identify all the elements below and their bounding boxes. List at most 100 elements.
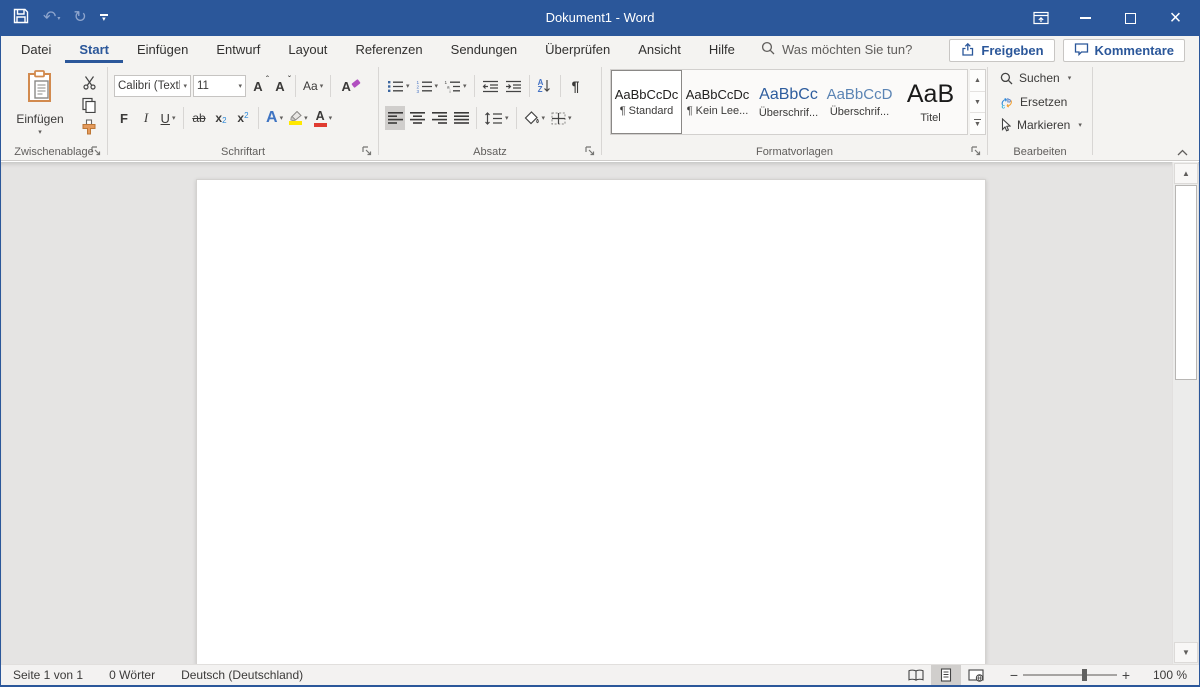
window-controls: × <box>1018 0 1198 36</box>
borders-icon <box>551 112 566 125</box>
grow-font-button[interactable]: Aˆ <box>248 74 268 98</box>
gallery-scroll-down-icon[interactable]: ▼ <box>970 92 985 114</box>
align-center-icon <box>410 112 425 124</box>
tab-datei[interactable]: Datei <box>7 36 65 63</box>
web-layout-icon <box>968 669 984 682</box>
style-ueberschrift-2[interactable]: AaBbCcD Überschrif... <box>824 70 895 134</box>
zoom-slider-thumb[interactable] <box>1082 669 1087 681</box>
line-spacing-button[interactable]: ▾ <box>482 106 511 130</box>
group-font: Calibri (Textk ▾ 11 ▾ Aˆ Aˇ Aa▾ A F I U▾… <box>108 63 378 161</box>
tell-me-search[interactable]: Was möchten Sie tun? <box>761 36 912 63</box>
comments-button[interactable]: Kommentare <box>1063 39 1185 62</box>
tab-einfuegen[interactable]: Einfügen <box>123 36 202 63</box>
font-color-button[interactable]: A ▾ <box>312 106 335 130</box>
zoom-slider[interactable] <box>1023 674 1117 676</box>
scroll-up-icon[interactable]: ▲ <box>1174 163 1198 184</box>
subscript-button[interactable]: x2 <box>211 106 231 130</box>
font-name-combo[interactable]: Calibri (Textk ▾ <box>114 75 191 97</box>
paragraph-group-label: Absatz <box>379 146 601 158</box>
paste-button[interactable]: Einfügen ▾ <box>11 70 69 152</box>
font-size-combo[interactable]: 11 ▾ <box>193 75 246 97</box>
tab-layout[interactable]: Layout <box>274 36 341 63</box>
shrink-font-button[interactable]: Aˇ <box>270 74 290 98</box>
line-spacing-icon <box>484 112 503 125</box>
paste-label: Einfügen <box>16 112 63 126</box>
italic-button[interactable]: I <box>136 106 156 130</box>
print-layout-button[interactable] <box>931 665 961 685</box>
decrease-indent-button[interactable] <box>480 74 501 98</box>
tab-ueberpruefen[interactable]: Überprüfen <box>531 36 624 63</box>
numbering-button[interactable]: 123 ▾ <box>414 74 441 98</box>
select-cursor-icon <box>1000 118 1011 132</box>
style-titel[interactable]: AaB Titel <box>895 70 966 134</box>
change-case-button[interactable]: Aa▾ <box>301 74 325 98</box>
text-effects-button[interactable]: A▾ <box>264 106 285 130</box>
bold-button[interactable]: F <box>114 106 134 130</box>
gallery-more-icon[interactable]: ▼ <box>970 113 985 134</box>
show-paragraph-marks-button[interactable]: ¶ <box>566 74 586 98</box>
style-standard[interactable]: AaBbCcDc ¶ Standard <box>611 70 682 134</box>
chevron-down-icon: ▾ <box>238 82 242 90</box>
scroll-down-icon[interactable]: ▼ <box>1174 642 1198 663</box>
replace-label: Ersetzen <box>1020 95 1067 109</box>
align-right-button[interactable] <box>429 106 449 130</box>
tab-hilfe[interactable]: Hilfe <box>695 36 749 63</box>
bullets-button[interactable]: ▾ <box>385 74 412 98</box>
ribbon-tabs: Datei Start Einfügen Entwurf Layout Refe… <box>7 36 749 63</box>
highlighter-icon <box>289 111 302 121</box>
word-count[interactable]: 0 Wörter <box>109 668 155 682</box>
shading-button[interactable]: ▾ <box>522 106 548 130</box>
maximize-icon[interactable] <box>1108 0 1153 36</box>
find-button[interactable]: Suchen ▾ <box>1000 71 1071 85</box>
share-label: Freigeben <box>981 43 1043 58</box>
copy-button[interactable] <box>77 94 101 116</box>
read-mode-button[interactable] <box>901 665 931 685</box>
sort-button[interactable]: AZ <box>535 74 555 98</box>
replace-icon: bc <box>1000 96 1014 109</box>
tab-ansicht[interactable]: Ansicht <box>624 36 695 63</box>
shading-icon <box>524 111 540 125</box>
tab-entwurf[interactable]: Entwurf <box>202 36 274 63</box>
superscript-button[interactable]: x2 <box>233 106 253 130</box>
replace-button[interactable]: bc Ersetzen <box>1000 95 1067 109</box>
zoom-percentage[interactable]: 100 % <box>1145 668 1187 682</box>
zoom-out-icon[interactable]: − <box>1005 667 1023 683</box>
page-count[interactable]: Seite 1 von 1 <box>13 668 83 682</box>
select-button[interactable]: Markieren ▾ <box>1000 118 1082 132</box>
vertical-scrollbar[interactable]: ▲ ▼ <box>1172 162 1198 664</box>
web-layout-button[interactable] <box>961 665 991 685</box>
close-icon[interactable]: × <box>1153 0 1198 36</box>
cut-button[interactable] <box>77 71 101 93</box>
align-left-button[interactable] <box>385 106 405 130</box>
collapse-ribbon-icon[interactable] <box>1171 145 1193 159</box>
multilevel-list-button[interactable]: 1ai ▾ <box>442 74 469 98</box>
increase-indent-button[interactable] <box>503 74 524 98</box>
paste-dropdown-icon[interactable]: ▾ <box>38 128 42 136</box>
highlight-button[interactable]: ▾ <box>287 106 310 130</box>
ribbon-tab-row: Datei Start Einfügen Entwurf Layout Refe… <box>1 36 1199 63</box>
numbering-icon: 123 <box>416 80 433 93</box>
status-right: − + 100 % <box>901 665 1187 685</box>
underline-button[interactable]: U▾ <box>158 106 178 130</box>
style-ueberschrift-1[interactable]: AaBbCc Überschrif... <box>753 70 824 134</box>
zoom-in-icon[interactable]: + <box>1117 667 1135 683</box>
language[interactable]: Deutsch (Deutschland) <box>181 668 303 682</box>
share-button[interactable]: Freigeben <box>949 39 1054 62</box>
svg-text:3: 3 <box>416 89 419 93</box>
tab-start[interactable]: Start <box>65 36 123 63</box>
tab-sendungen[interactable]: Sendungen <box>437 36 532 63</box>
multilevel-list-icon: 1ai <box>444 80 461 93</box>
scrollbar-thumb[interactable] <box>1175 185 1197 380</box>
clear-formatting-button[interactable]: A <box>336 74 356 98</box>
tab-referenzen[interactable]: Referenzen <box>341 36 436 63</box>
format-painter-button[interactable] <box>77 116 101 138</box>
justify-button[interactable] <box>451 106 471 130</box>
gallery-scroll-up-icon[interactable]: ▲ <box>970 70 985 92</box>
style-kein-leerraum[interactable]: AaBbCcDc ¶ Kein Lee... <box>682 70 753 134</box>
borders-button[interactable]: ▾ <box>549 106 574 130</box>
align-center-button[interactable] <box>407 106 427 130</box>
minimize-icon[interactable] <box>1063 0 1108 36</box>
strikethrough-button[interactable]: ab <box>189 106 209 130</box>
ribbon-display-options-icon[interactable] <box>1018 0 1063 36</box>
document-page[interactable] <box>196 179 986 665</box>
